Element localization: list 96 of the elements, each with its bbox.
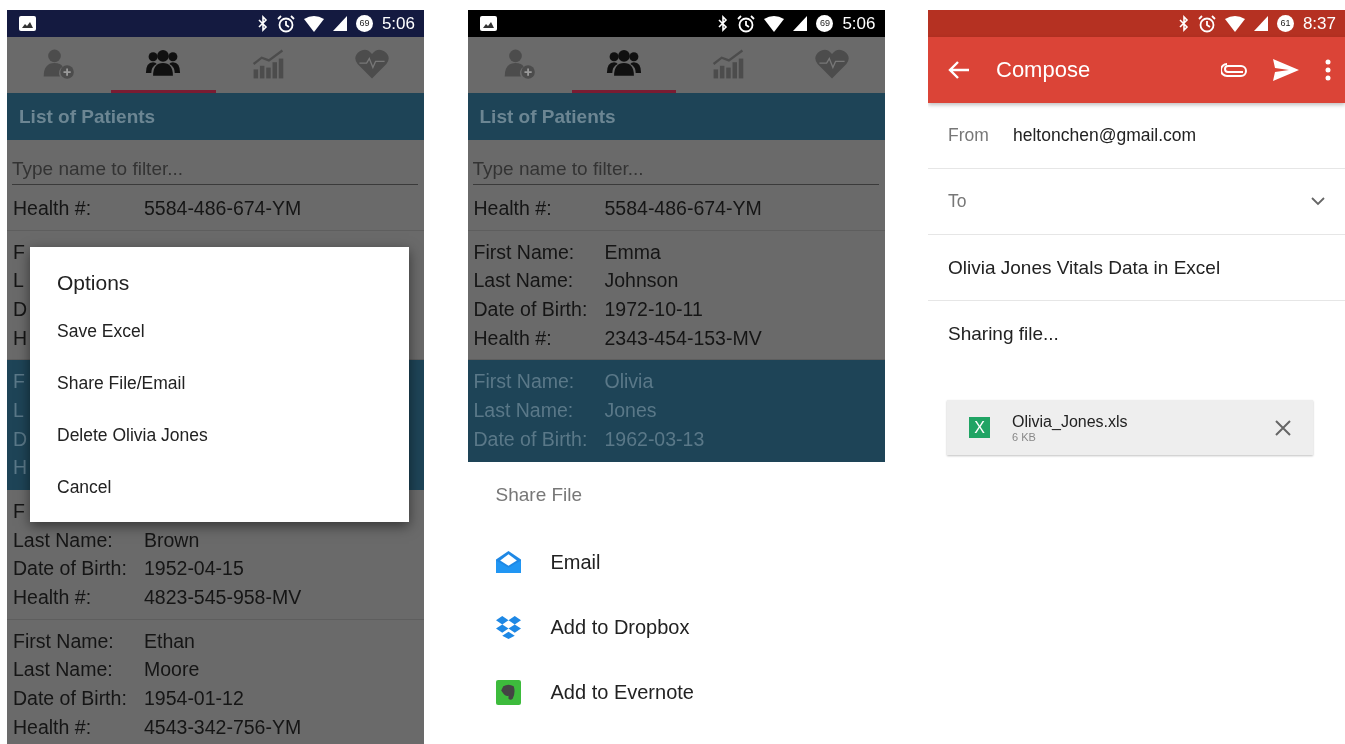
field-label: H [13,326,28,350]
battery-indicator: 61 [1276,15,1294,32]
attachment-card[interactable]: X Olivia_Jones.xls 6 KB [947,400,1313,455]
field-value: Olivia [604,370,654,394]
dialog-title: Options [56,271,131,295]
battery-indicator: 69 [816,15,834,32]
send-button[interactable] [1273,59,1299,81]
filter-field[interactable]: Type name to filter... [472,158,879,185]
field-label: First Name: [13,629,115,653]
field-label: D [13,297,28,321]
body-text[interactable]: Sharing file... [948,323,1059,344]
field-value: 4543-342-756-YM [144,715,302,739]
field-label: L [13,269,24,293]
field-label: Health #: [13,586,93,610]
field-value: Brown [144,528,200,552]
menu-item[interactable]: Delete Olivia Jones [30,409,409,461]
paperclip-button[interactable] [1221,63,1247,77]
field-label: Health #: [473,196,553,220]
back-icon [948,60,970,80]
field-label: First Name: [473,240,576,264]
paperclip-icon [1221,63,1247,77]
field-value: 4823-545-958-MV [144,586,302,610]
signal-icon [1253,16,1268,31]
field-value: Jones [604,398,657,422]
send-icon [1273,59,1299,81]
status-time: 5:06 [842,13,876,34]
app-bar-title: Compose [996,57,1092,83]
field-label: L [13,398,24,422]
status-time: 8:37 [1302,13,1336,34]
field-label: F [13,240,25,264]
menu-item[interactable]: Share File/Email [30,357,409,409]
field-value: Emma [604,240,661,264]
from-address: heltonchen@gmail.com [1013,125,1197,146]
field-value: 5584-486-674-YM [144,196,302,220]
file-size: 6 KB [1012,430,1037,443]
filter-field[interactable]: Type name to filter... [12,158,418,185]
field-value: 1954-01-12 [144,687,244,711]
bluetooth-icon [718,15,729,32]
chevron-down-icon [1311,197,1325,206]
remove-attachment-button[interactable] [1275,419,1291,436]
field-value: 5584-486-674-YM [604,196,762,220]
field-label: Health #: [13,196,93,220]
field-label: Health #: [473,326,553,350]
field-label: F [13,500,25,524]
spreadsheet-icon: X [969,417,990,438]
more-icon [1325,59,1331,81]
to-label: To [948,191,968,212]
battery-indicator: 69 [355,15,373,32]
field-label: Last Name: [13,528,114,552]
field-label: Last Name: [473,398,575,422]
share-option[interactable]: Email [467,530,885,595]
bluetooth-icon [1178,15,1189,32]
field-value: Ethan [144,629,195,653]
recipient-field[interactable]: To [928,169,1345,235]
elephant-icon [495,680,521,705]
back-button[interactable] [948,60,970,80]
alarm-icon [276,14,295,33]
close-icon [1275,419,1291,436]
field-label: D [13,427,28,451]
field-label: Health #: [13,715,93,739]
field-label: Date of Birth: [473,427,589,451]
field-value: Johnson [604,269,679,293]
field-label: First Name: [473,370,576,394]
field-value: 1962-03-13 [604,427,705,451]
alarm-icon [1197,14,1216,33]
field-label: Date of Birth: [13,687,128,711]
sheet-title: Share File [494,484,583,506]
field-label: H [13,456,28,480]
field-label: F [13,370,25,394]
envelope-icon [495,550,521,575]
menu-item[interactable]: Save Excel [30,305,409,357]
wifi-icon [764,15,785,32]
field-label: Date of Birth: [13,557,128,581]
field-label: Last Name: [473,269,575,293]
wifi-icon [303,15,324,32]
field-value: 2343-454-153-MV [604,326,762,350]
diamonds-icon [495,615,521,640]
from-label: From [948,125,990,146]
field-label: Last Name: [13,658,114,682]
signal-icon [332,16,347,31]
field-value: Moore [144,658,200,682]
wifi-icon [1224,15,1245,32]
subject-field[interactable]: Olivia Jones Vitals Data in Excel [948,256,1221,279]
share-option[interactable]: Add to Evernote [467,660,885,725]
field-label: Date of Birth: [473,297,589,321]
list-header: List of Patients [467,93,885,140]
bluetooth-icon [257,15,268,32]
list-header: List of Patients [7,93,424,140]
field-value: 1972-10-11 [604,297,703,321]
file-name: Olivia_Jones.xls [1012,412,1129,431]
status-time: 5:06 [381,13,415,34]
more-button[interactable] [1325,59,1331,81]
signal-icon [793,16,808,31]
alarm-icon [737,14,756,33]
field-value: 1952-04-15 [144,557,244,581]
share-option[interactable]: Add to Dropbox [467,595,885,660]
